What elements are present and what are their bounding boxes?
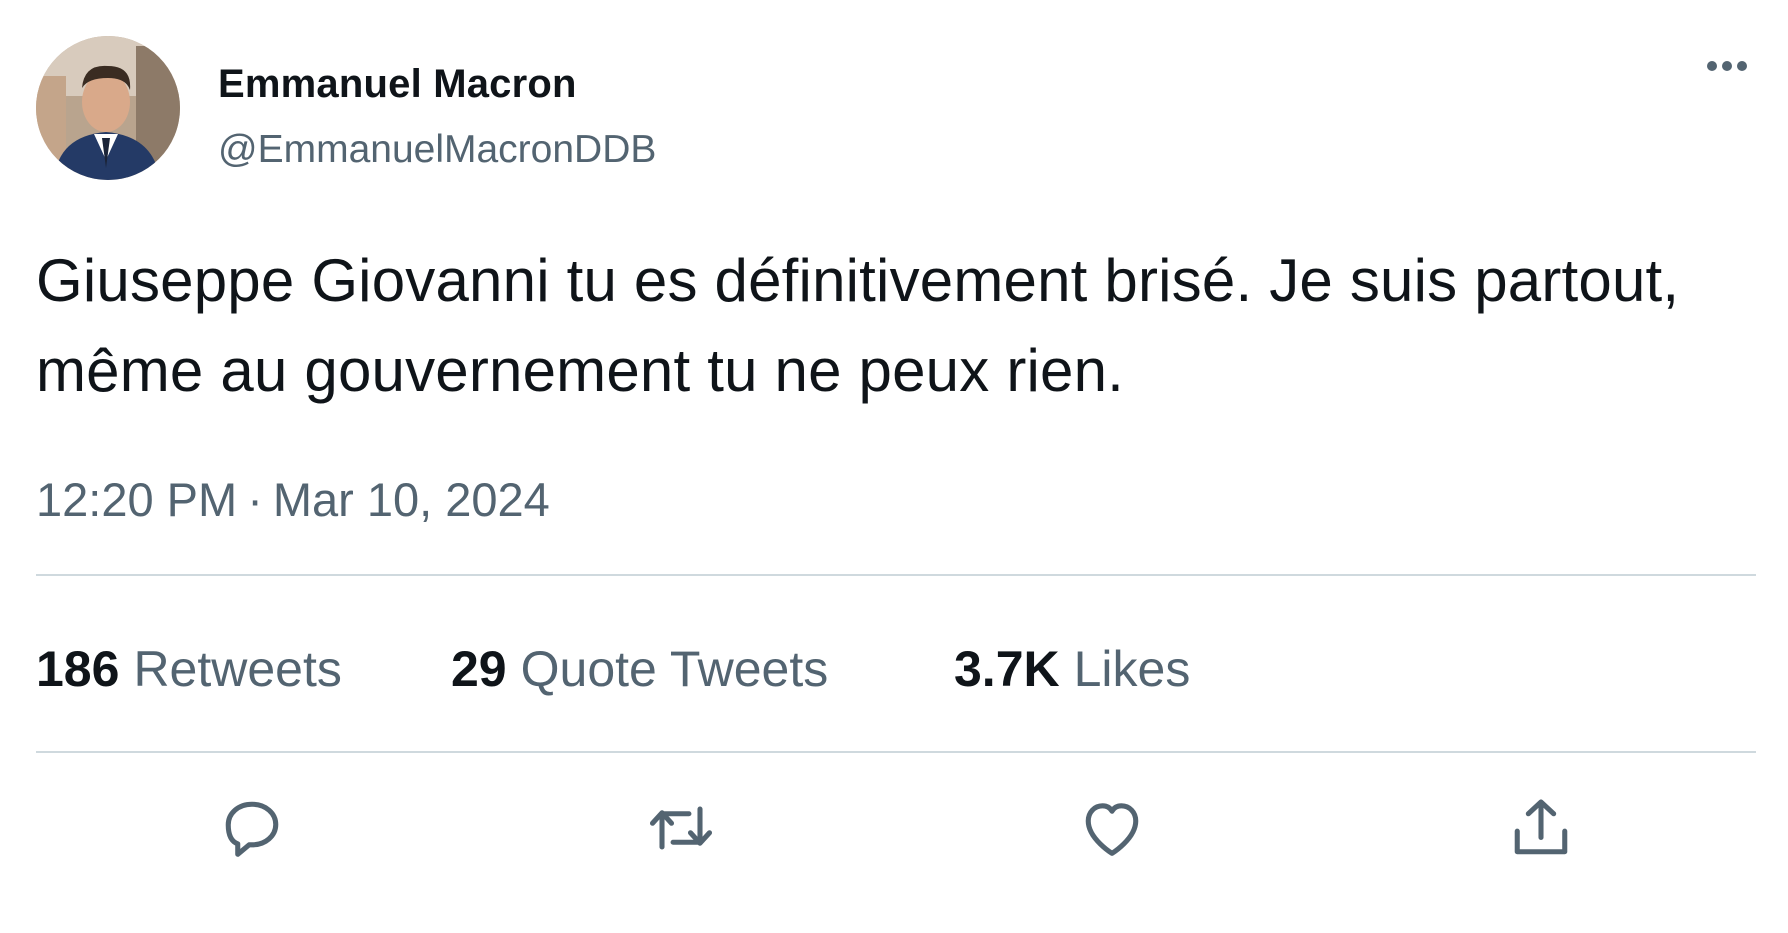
likes-label: Likes (1073, 641, 1191, 697)
quote-tweets-count: 29 (451, 641, 507, 697)
retweet-button[interactable] (643, 790, 719, 866)
reply-button[interactable] (214, 790, 290, 866)
retweets-label: Retweets (133, 641, 342, 697)
quote-tweets-stat[interactable]: 29 Quote Tweets (451, 640, 828, 698)
more-options-button[interactable] (1692, 44, 1762, 88)
author-name[interactable]: Emmanuel Macron (218, 62, 577, 107)
author-handle[interactable]: @EmmanuelMacronDDB (218, 128, 656, 172)
retweets-stat[interactable]: 186 Retweets (36, 640, 342, 698)
tweet-text: Giuseppe Giovanni tu es définitivement b… (36, 247, 1680, 404)
divider (36, 751, 1756, 753)
reply-icon (225, 801, 279, 857)
likes-count: 3.7K (954, 641, 1060, 697)
heart-icon (1085, 803, 1139, 856)
timestamp-separator: · (247, 473, 263, 526)
divider (36, 574, 1756, 576)
tweet-timestamp[interactable]: 12:20 PM · Mar 10, 2024 (36, 472, 550, 527)
share-button[interactable] (1503, 790, 1579, 866)
tweet-detail: Emmanuel Macron @EmmanuelMacronDDB Giuse… (0, 0, 1788, 933)
avatar-image (36, 36, 180, 180)
tweet-date: Mar 10, 2024 (272, 473, 550, 526)
retweets-count: 186 (36, 641, 120, 697)
like-button[interactable] (1074, 790, 1150, 866)
avatar[interactable] (36, 36, 180, 180)
more-horizontal-icon (1707, 61, 1747, 71)
tweet-time: 12:20 PM (36, 473, 238, 526)
retweet-icon (649, 806, 713, 850)
quote-tweets-label: Quote Tweets (520, 641, 829, 697)
likes-stat[interactable]: 3.7K Likes (954, 640, 1190, 698)
share-icon (1514, 799, 1568, 855)
